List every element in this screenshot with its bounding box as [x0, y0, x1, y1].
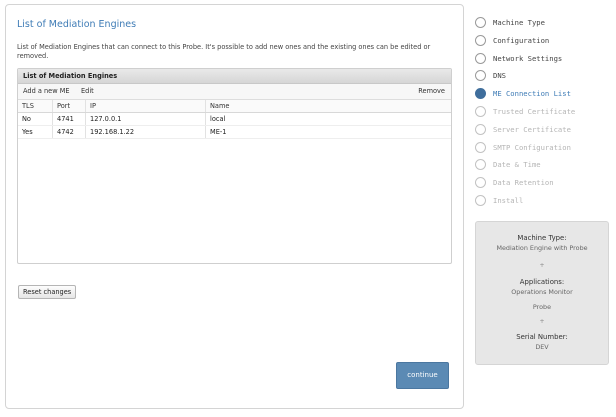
main-panel: List of Mediation Engines List of Mediat…	[5, 4, 464, 409]
step-label: Trusted Certificate	[493, 106, 576, 116]
step-label: Server Certificate	[493, 124, 571, 134]
step-circle-icon	[475, 159, 486, 171]
applications-label: Applications:	[519, 278, 565, 286]
step-label: Date & Time	[493, 160, 541, 170]
step-dns[interactable]: DNS	[475, 69, 615, 87]
cell-name: local	[210, 115, 226, 123]
continue-button[interactable]: continue	[396, 362, 449, 389]
cell-port: 4742	[53, 126, 86, 138]
page-title: List of Mediation Engines	[17, 19, 137, 30]
step-machine-type[interactable]: Machine Type	[475, 16, 615, 34]
cell-tls: No	[18, 113, 53, 125]
table-title: List of Mediation Engines	[18, 69, 451, 84]
step-label: SMTP Configuration	[493, 142, 571, 152]
table-row[interactable]: No 4741 127.0.0.1 local	[18, 113, 451, 126]
table-row[interactable]: Yes 4742 192.168.1.22 ME-1	[18, 126, 451, 139]
table-toolbar: Add a new ME Edit Remove	[18, 84, 451, 100]
step-smtp-configuration: SMTP Configuration	[475, 141, 615, 159]
serial-number-label: Serial Number:	[516, 333, 568, 341]
step-label: Machine Type	[493, 18, 545, 27]
step-circle-icon	[475, 177, 486, 189]
step-circle-icon	[475, 17, 486, 28]
column-header-tls[interactable]: TLS	[18, 100, 53, 112]
table-column-headers: TLS Port IP Name	[18, 100, 451, 113]
step-circle-icon	[475, 123, 486, 135]
step-me-connection-list[interactable]: ME Connection List	[475, 87, 615, 105]
step-circle-icon	[475, 34, 486, 46]
step-label: Install	[493, 195, 524, 205]
cell-name: ME-1	[210, 128, 227, 136]
step-circle-icon	[475, 52, 486, 64]
application-item: Probe	[532, 303, 552, 311]
edit-button[interactable]: Edit	[81, 84, 94, 99]
summary-info-box: Machine Type: Mediation Engine with Prob…	[475, 221, 609, 365]
step-install: Install	[475, 194, 615, 212]
step-circle-icon	[475, 141, 486, 153]
wizard-steps: Machine Type Configuration Network Setti…	[475, 16, 615, 212]
me-table: List of Mediation Engines Add a new ME E…	[17, 68, 452, 264]
step-circle-icon	[475, 105, 486, 117]
step-label: DNS	[493, 71, 506, 81]
plus-separator: +	[539, 262, 545, 269]
machine-type-label: Machine Type:	[517, 234, 567, 242]
remove-button[interactable]: Remove	[418, 84, 445, 99]
cell-ip: 192.168.1.22	[86, 126, 206, 138]
cell-port: 4741	[53, 113, 86, 125]
application-item: Operations Monitor	[511, 288, 573, 296]
column-header-port[interactable]: Port	[53, 100, 86, 112]
step-trusted-certificate: Trusted Certificate	[475, 105, 615, 123]
step-label: Configuration	[493, 35, 550, 45]
add-me-button[interactable]: Add a new ME	[23, 84, 70, 99]
step-circle-icon	[475, 194, 486, 206]
serial-number-value: DEV	[535, 343, 549, 351]
step-circle-icon	[475, 70, 486, 82]
column-header-ip[interactable]: IP	[86, 100, 206, 112]
step-date-time: Date & Time	[475, 158, 615, 176]
plus-separator: +	[539, 318, 545, 325]
step-configuration[interactable]: Configuration	[475, 34, 615, 52]
reset-changes-button[interactable]: Reset changes	[18, 285, 77, 299]
step-label: Network Settings	[493, 53, 563, 63]
step-data-retention: Data Retention	[475, 176, 615, 194]
cell-ip: 127.0.0.1	[86, 113, 206, 125]
step-circle-filled-icon	[475, 88, 486, 100]
column-header-name[interactable]: Name	[206, 100, 453, 112]
step-server-certificate: Server Certificate	[475, 123, 615, 141]
step-label: Data Retention	[493, 178, 554, 188]
step-network-settings[interactable]: Network Settings	[475, 52, 615, 70]
page-description: List of Mediation Engines that can conne…	[17, 43, 431, 60]
cell-tls: Yes	[18, 126, 53, 138]
step-label: ME Connection List	[493, 89, 571, 99]
machine-type-value: Mediation Engine with Probe	[496, 244, 588, 252]
